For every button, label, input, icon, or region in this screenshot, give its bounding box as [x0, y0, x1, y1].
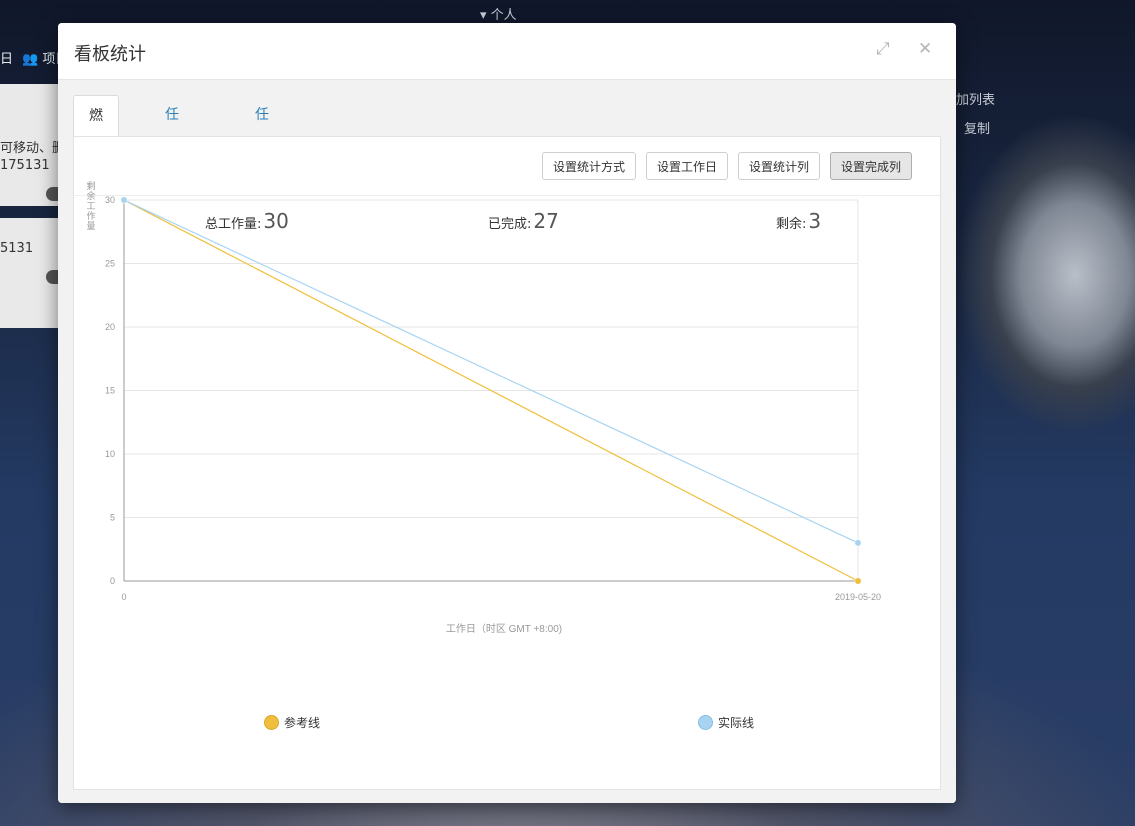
- y-axis-label: 剩余工作量: [86, 180, 95, 231]
- legend-label-actual: 实际线: [718, 716, 755, 730]
- series-point-1: [120, 196, 128, 204]
- y-tick-label: 0: [110, 576, 115, 586]
- modal-title: 看板统计: [74, 44, 146, 65]
- x-axis-label: 工作日（时区 GMT +8:00): [446, 623, 562, 635]
- y-tick-label: 5: [110, 513, 115, 523]
- legend-swatch-reference: [264, 715, 279, 730]
- legend-label-reference: 参考线: [284, 716, 321, 730]
- x-tick-label: 0: [121, 592, 126, 602]
- copy-link[interactable]: 复制: [964, 118, 990, 137]
- series-line-1: [123, 199, 859, 544]
- y-tick-label: 10: [105, 449, 115, 459]
- burndown-panel: 设置统计方式 设置工作日 设置统计列 设置完成列 总工作量: 30 已完成: 27 …: [73, 136, 941, 790]
- legend-item-reference[interactable]: 参考线: [264, 714, 320, 731]
- caret-down-icon: ▾: [480, 8, 487, 23]
- y-tick-label: 20: [105, 322, 115, 332]
- y-tick-label: 15: [105, 386, 115, 396]
- expand-icon[interactable]: ⤢: [876, 39, 890, 59]
- close-icon[interactable]: ✕: [918, 39, 932, 59]
- card-text: 175131: [0, 158, 50, 173]
- legend-item-actual[interactable]: 实际线: [698, 714, 754, 731]
- modal-body: 燃尽图 任务分布 任务周期 设置统计方式 设置工作日 设置统计列 设置完成列 总…: [58, 80, 956, 803]
- nav-fragment: 日: [0, 52, 14, 67]
- tab-burndown[interactable]: 燃尽图: [73, 95, 119, 204]
- card-text: 5131: [0, 241, 34, 256]
- tab-task-cycle[interactable]: 任务周期: [240, 95, 284, 243]
- modal-header: 看板统计 ⤢ ✕: [58, 23, 956, 80]
- series-point-0: [854, 577, 862, 585]
- x-tick-label: 2019-05-20: [835, 592, 881, 602]
- top-tab-label: 个人: [490, 8, 517, 23]
- kanban-stats-modal: 看板统计 ⤢ ✕ 燃尽图 任务分布 任务周期 设置统计方式 设置工作日 设置统计…: [58, 23, 956, 803]
- burndown-chart: 0 5 10 15 20 25 30 0 2019-05-20 工作日（时区 GMT +8:00)…: [86, 180, 881, 635]
- y-tick-label: 30: [105, 195, 115, 205]
- add-list-link[interactable]: 加列表: [956, 89, 995, 108]
- card-text: 可移动、删: [0, 141, 66, 156]
- legend-swatch-actual: [698, 715, 713, 730]
- y-tick-label: 25: [105, 259, 115, 269]
- background-top-tab[interactable]: ▾ 个人: [480, 4, 517, 23]
- series-point-1: [854, 539, 862, 547]
- users-icon: 👥: [22, 52, 39, 67]
- tab-task-distribution[interactable]: 任务分布: [150, 95, 194, 243]
